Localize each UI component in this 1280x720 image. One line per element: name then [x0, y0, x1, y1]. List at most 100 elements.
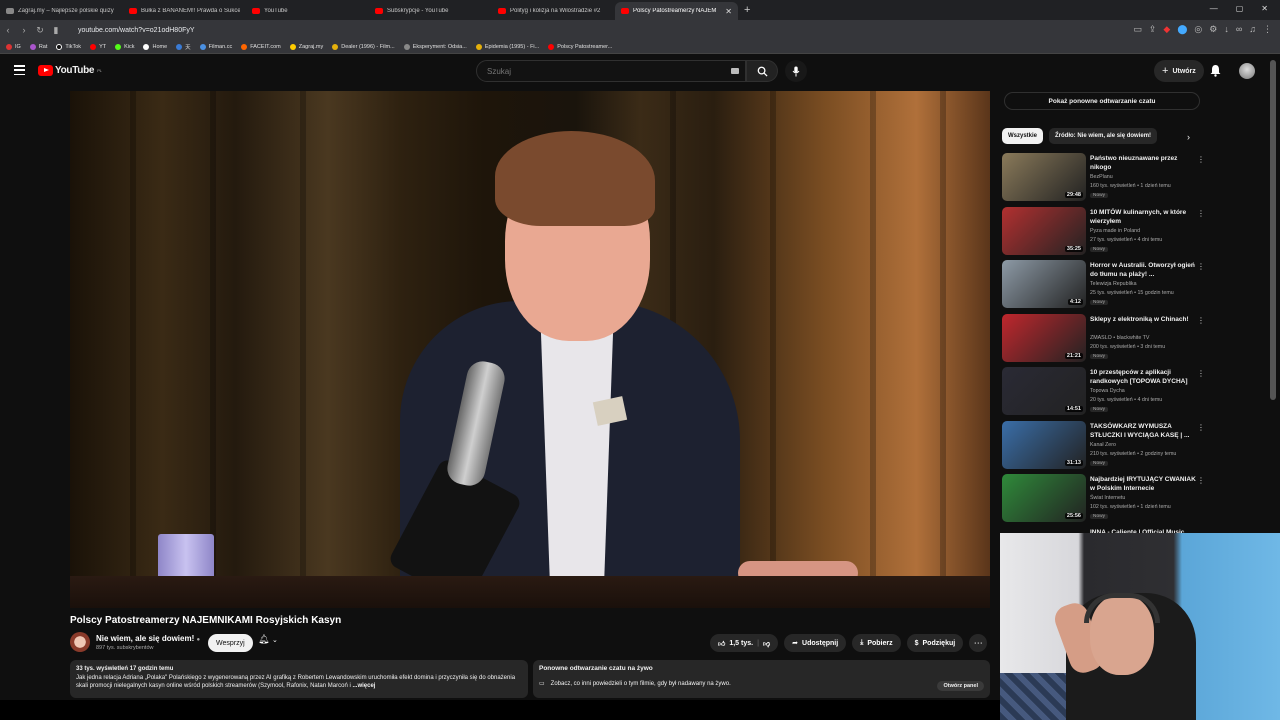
new-tab-icon[interactable]: + — [744, 4, 750, 16]
link-icon[interactable]: ∞ — [1236, 24, 1242, 35]
youtube-logo[interactable]: YouTube PL — [38, 65, 102, 76]
more-options-icon[interactable]: ⋮ — [1197, 262, 1205, 271]
scrollbar[interactable] — [1270, 60, 1276, 400]
menu-dots-icon[interactable]: ⋮ — [1263, 24, 1272, 35]
bookmark-item[interactable]: 天 — [176, 43, 191, 51]
chip-all[interactable]: Wszystkie — [1002, 128, 1044, 144]
recommendation-item[interactable]: 35:25 10 MITÓW kulinarnych, w które wierz… — [1002, 206, 1207, 261]
more-options-icon[interactable]: ⋮ — [1197, 155, 1205, 164]
show-chat-replay-button[interactable]: Pokaż ponowne odtwarzanie czatu — [1004, 92, 1200, 110]
bookmark-item[interactable]: TikTok — [56, 43, 81, 50]
recommendation-item[interactable]: 21:21 Sklepy z elektroniką w Chinach! ZMAS… — [1002, 313, 1207, 368]
recommendation-item[interactable]: 14:51 10 przestępców z aplikacji randkowy… — [1002, 367, 1207, 421]
recommendation-channel[interactable]: ZMASLO • blackwhite TV — [1090, 335, 1149, 341]
back-icon[interactable]: ‹ — [0, 25, 16, 35]
recommendation-title[interactable]: TAKSÓWKARZ WYMUSZA STŁUCZKI I WYCIĄGA KA… — [1090, 422, 1198, 441]
chip-source[interactable]: Źródło: Nie wiem, ale się dowiem! — [1049, 128, 1158, 144]
more-options-icon[interactable]: ⋮ — [1197, 423, 1205, 432]
recommendation-title[interactable]: Horror w Australii. Otworzył ogień do tł… — [1090, 261, 1198, 280]
bookmark-item[interactable]: Kick — [115, 43, 134, 50]
create-button[interactable]: + Utwórz — [1154, 60, 1204, 82]
open-panel-button[interactable]: Otwórz panel — [937, 681, 984, 691]
browser-tab[interactable]: YouTube — [246, 2, 369, 20]
bookmark-item[interactable]: Epidemia (1995) - Fi... — [475, 43, 539, 50]
hamburger-menu-icon[interactable] — [14, 65, 25, 75]
video-thumbnail[interactable]: 29:48 — [1002, 153, 1086, 201]
share-icon[interactable]: ⇪ — [1149, 24, 1157, 35]
download-button[interactable]: ⤓ Pobierz — [852, 634, 901, 652]
video-thumbnail[interactable]: 31:13 — [1002, 420, 1086, 469]
browser-tab[interactable]: Zagraj.my – Najlepsze polskie quizy — [0, 2, 123, 20]
browser-tab[interactable]: Polityg i kolizja na Wilostradzie #2 — [492, 2, 615, 20]
bookmark-item[interactable]: Eksperyment: Odsia... — [403, 43, 467, 50]
video-thumbnail[interactable]: 14:51 — [1002, 367, 1086, 415]
notifications-bell-icon[interactable] — [1210, 64, 1221, 82]
video-player[interactable] — [70, 91, 990, 608]
bookmark-item[interactable]: IG — [6, 43, 21, 50]
video-thumbnail[interactable]: 4:12 — [1002, 260, 1086, 308]
minimize-icon[interactable]: — — [1210, 4, 1218, 13]
recommendation-title[interactable]: Sklepy z elektroniką w Chinach! — [1090, 315, 1198, 324]
bookmark-item[interactable]: FACEIT.com — [241, 43, 281, 50]
recommendation-item[interactable]: 25:56 Najbardziej IRYTUJĄCY CWANIAK w Pol… — [1002, 474, 1207, 528]
bookmark-item[interactable]: Filman.cc — [199, 43, 232, 50]
media-icon[interactable]: ♫ — [1249, 24, 1256, 35]
recommendation-channel[interactable]: Pyza made in Poland — [1090, 228, 1140, 234]
browser-tab[interactable]: Bułka z BANANEM!! Prawda o Sukces — [123, 2, 246, 20]
show-more-link[interactable]: ...więcej — [352, 683, 375, 689]
extension-icon[interactable]: ◆ — [1163, 24, 1170, 35]
recommendation-channel[interactable]: Świat Internetu — [1090, 495, 1125, 501]
bookmark-item[interactable]: Dealer (1996) - Film... — [332, 43, 395, 50]
more-actions-icon[interactable]: ⋯ — [969, 634, 988, 652]
bookmark-item[interactable]: Rat — [29, 43, 47, 50]
maximize-icon[interactable]: ▢ — [1236, 4, 1244, 13]
description-box[interactable]: 33 tys. wyświetleń 17 godzin temu Jak je… — [70, 660, 528, 698]
like-button[interactable]: 👍︎ 1,5 tys. | 👎︎ — [710, 634, 779, 652]
thumbs-down-icon[interactable]: 👎︎ — [763, 639, 770, 648]
thanks-button[interactable]: $ Podziękuj — [906, 634, 964, 652]
recommendation-channel[interactable]: BezPlanu — [1090, 174, 1113, 180]
extension-icon[interactable]: ⬤ — [1177, 24, 1187, 35]
bookmark-item[interactable]: Zagraj.my — [289, 43, 323, 50]
more-options-icon[interactable]: ⋮ — [1197, 476, 1205, 485]
recommendation-item[interactable]: 4:12 Horror w Australii. Otworzył ogień d… — [1002, 260, 1207, 314]
recommendation-title[interactable]: 10 przestępców z aplikacji randkowych [T… — [1090, 368, 1198, 387]
recommendation-item[interactable]: 31:13 TAKSÓWKARZ WYMUSZA STŁUCZKI I WYCIĄ… — [1002, 420, 1207, 475]
browser-tab[interactable]: Subskrypcje - YouTube — [369, 2, 492, 20]
bookmark-item[interactable]: Polscy Patostreamer... — [548, 43, 612, 50]
video-thumbnail[interactable]: 35:25 — [1002, 206, 1086, 255]
recommendation-title[interactable]: Państwo nieuznawane przez nikogo — [1090, 154, 1198, 173]
recommendation-item[interactable]: 29:48 Państwo nieuznawane przez nikogo Bez… — [1002, 153, 1207, 207]
search-button[interactable] — [746, 60, 778, 82]
chevron-right-icon[interactable]: › — [1187, 132, 1190, 142]
install-icon[interactable]: ▭ — [1133, 24, 1142, 35]
recommendation-channel[interactable]: Telewizja Republika — [1090, 281, 1137, 287]
close-window-icon[interactable]: ✕ — [1261, 4, 1268, 13]
recommendation-channel[interactable]: Kanał Zero — [1090, 442, 1116, 448]
share-button[interactable]: ➦ Udostępnij — [784, 634, 847, 652]
recommendation-title[interactable]: Najbardziej IRYTUJĄCY CWANIAK w Polskim … — [1090, 475, 1198, 494]
extension-icon[interactable]: ◎ — [1194, 24, 1202, 35]
bookmark-icon[interactable]: ▮ — [48, 25, 64, 36]
keyboard-icon[interactable] — [731, 68, 739, 74]
search-input[interactable] — [477, 61, 717, 82]
recommendation-title[interactable]: 10 MITÓW kulinarnych, w które wierzyłem — [1090, 208, 1198, 227]
url-field[interactable]: youtube.com/watch?v=o21odH80FyY — [78, 27, 195, 34]
more-options-icon[interactable]: ⋮ — [1197, 209, 1205, 218]
video-thumbnail[interactable]: 21:21 — [1002, 313, 1086, 362]
browser-tab-active[interactable]: Polscy Patostreamerzy NAJEM ✕ — [615, 2, 738, 20]
voice-search-button[interactable] — [785, 60, 807, 82]
video-thumbnail[interactable]: 25:56 — [1002, 474, 1086, 522]
forward-icon[interactable]: › — [16, 25, 32, 35]
channel-avatar[interactable] — [70, 632, 90, 652]
more-options-icon[interactable]: ⋮ — [1197, 316, 1205, 325]
recommendation-channel[interactable]: Topowa Dycha — [1090, 388, 1125, 394]
extension-icon[interactable]: ⚙ — [1209, 24, 1217, 35]
account-avatar[interactable] — [1239, 63, 1255, 79]
support-button[interactable]: Wesprzyj — [208, 634, 253, 652]
more-options-icon[interactable]: ⋮ — [1197, 369, 1205, 378]
download-icon[interactable]: ↓ — [1224, 24, 1229, 35]
bookmark-item[interactable]: YT — [90, 43, 106, 50]
channel-name[interactable]: Nie wiem, ale się dowiem! ● — [96, 634, 200, 643]
bookmark-item[interactable]: Home — [143, 43, 167, 50]
